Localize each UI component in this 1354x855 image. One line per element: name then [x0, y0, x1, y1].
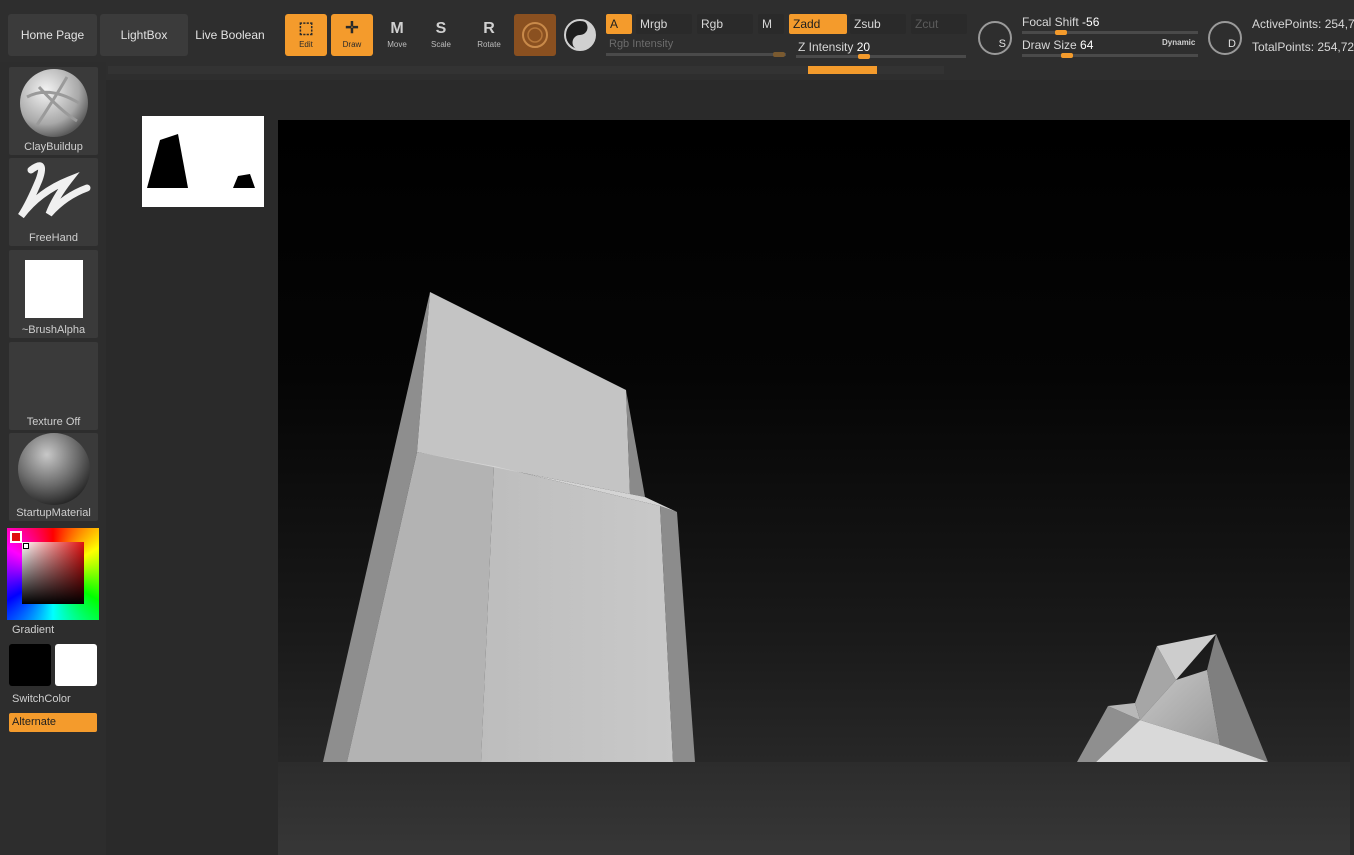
material-tile[interactable]: StartupMaterial: [9, 433, 98, 521]
scale-icon: S: [435, 20, 447, 37]
edit-label: Edit: [299, 40, 313, 49]
scale-button[interactable]: S Scale: [420, 14, 462, 56]
sym-s-button[interactable]: S: [978, 21, 1012, 55]
viewport-floor: [278, 762, 1350, 855]
rgb-intensity-slider[interactable]: [606, 53, 786, 56]
switch-color-button[interactable]: SwitchColor: [12, 693, 71, 705]
freehand-stroke-icon: [18, 162, 91, 219]
draw-size-slider[interactable]: [1022, 54, 1198, 57]
move-button[interactable]: M Move: [376, 14, 418, 56]
draw-size-value: 64: [1080, 38, 1094, 52]
brush-caption: ClayBuildup: [24, 141, 83, 153]
z-intensity-label: Z Intensity: [798, 40, 854, 54]
material-caption: StartupMaterial: [16, 507, 91, 519]
material-swirl-icon: [522, 22, 548, 48]
rgb-intensity-label: Rgb Intensity: [609, 38, 674, 50]
thumbnail-silhouette: [147, 134, 255, 188]
3d-viewport[interactable]: [278, 120, 1350, 855]
draw-size-knob[interactable]: [1061, 53, 1073, 58]
total-points-stat: TotalPoints: 254,72: [1252, 40, 1354, 54]
alpha-swatch: [25, 260, 83, 318]
focal-shift-knob[interactable]: [1055, 30, 1067, 35]
color-marker[interactable]: [23, 543, 29, 549]
stroke-tile[interactable]: FreeHand: [9, 158, 98, 246]
material-sphere-button[interactable]: [514, 14, 556, 56]
zadd-button[interactable]: Zadd: [789, 14, 847, 34]
sym-d-icon: D: [1228, 38, 1236, 50]
yin-yang-icon: [564, 19, 596, 51]
focal-shift-slider[interactable]: [1022, 31, 1198, 34]
progress-bar: [807, 66, 878, 74]
hue-marker[interactable]: [10, 531, 22, 543]
z-intensity-slider[interactable]: [796, 55, 966, 58]
texture-tile[interactable]: Texture Off: [9, 342, 98, 430]
sym-s-icon: S: [998, 38, 1006, 50]
color-picker-button[interactable]: [563, 18, 597, 52]
zcut-button[interactable]: Zcut: [911, 14, 967, 34]
z-intensity-readout: Z Intensity 20: [798, 40, 870, 54]
move-label: Move: [387, 40, 407, 49]
live-boolean-button[interactable]: Live Boolean: [191, 14, 269, 56]
active-points-stat: ActivePoints: 254,7: [1252, 17, 1354, 31]
edit-icon: ⬚: [298, 20, 314, 37]
edit-button[interactable]: ⬚ Edit: [285, 14, 327, 56]
dynamic-toggle[interactable]: Dynamic: [1162, 38, 1195, 47]
sym-d-button[interactable]: D: [1208, 21, 1242, 55]
rotate-label: Rotate: [477, 40, 501, 49]
clay-brush-icon: [20, 69, 88, 137]
saturation-square[interactable]: [22, 542, 84, 604]
texture-caption: Texture Off: [26, 416, 81, 428]
scale-label: Scale: [430, 40, 451, 49]
mrgb-button[interactable]: Mrgb: [636, 14, 692, 34]
brush-tile[interactable]: ClayBuildup: [9, 67, 98, 155]
draw-size-label: Draw Size: [1022, 38, 1077, 52]
top-toolbar: Home Page LightBox Live Boolean ⬚ Edit ✛…: [0, 0, 1354, 80]
focal-shift-readout: Focal Shift -56: [1022, 15, 1099, 29]
home-page-button[interactable]: Home Page: [8, 14, 97, 56]
lightbox-button[interactable]: LightBox: [100, 14, 188, 56]
alpha-tile[interactable]: ~BrushAlpha: [9, 250, 98, 338]
alpha-caption: ~BrushAlpha: [21, 324, 86, 336]
focal-shift-label: Focal Shift: [1022, 15, 1079, 29]
rotate-button[interactable]: R Rotate: [468, 14, 510, 56]
zsub-button[interactable]: Zsub: [850, 14, 906, 34]
draw-label: Draw: [342, 40, 362, 49]
secondary-color-swatch[interactable]: [55, 644, 97, 686]
z-intensity-knob[interactable]: [858, 54, 870, 59]
m-button[interactable]: M: [758, 14, 784, 34]
color-picker[interactable]: [7, 528, 99, 620]
draw-button[interactable]: ✛ Draw: [331, 14, 373, 56]
stroke-caption: FreeHand: [29, 232, 78, 244]
z-intensity-value: 20: [856, 40, 871, 54]
rgb-button[interactable]: Rgb: [697, 14, 753, 34]
rotate-icon: R: [483, 20, 495, 37]
a-button[interactable]: A: [606, 14, 632, 34]
focal-shift-value: -56: [1082, 15, 1100, 29]
main-color-swatch[interactable]: [9, 644, 51, 686]
gradient-label[interactable]: Gradient: [12, 624, 54, 636]
alternate-button[interactable]: Alternate: [9, 713, 97, 732]
navigation-thumbnail[interactable]: [142, 116, 264, 207]
move-icon: M: [390, 20, 404, 37]
draw-icon: ✛: [345, 20, 359, 37]
rgb-intensity-knob[interactable]: [773, 52, 785, 57]
material-sphere-icon: [18, 433, 90, 505]
draw-size-readout: Draw Size 64: [1022, 38, 1093, 52]
